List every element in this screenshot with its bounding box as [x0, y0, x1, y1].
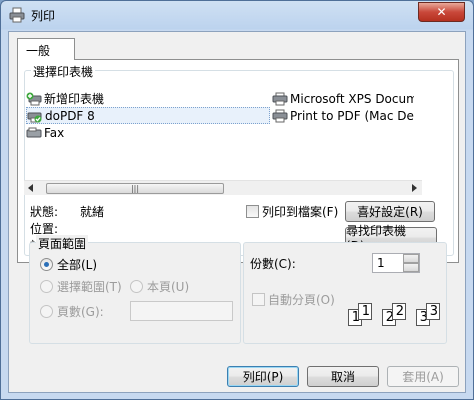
print-button[interactable]: 列印(P) — [227, 366, 299, 387]
page-range-label: 頁面範圍 — [36, 235, 89, 252]
collate-page: 3 — [426, 303, 440, 320]
collate-page: 1 — [358, 303, 372, 320]
scroll-thumb[interactable]: ||| — [46, 183, 224, 194]
select-printer-label: 選擇印表機 — [31, 63, 96, 80]
window-title: 列印 — [31, 9, 56, 23]
general-tab-panel: 選擇印表機 新增印表機 doPDF 8 Fax Microsoft XPS Do… — [17, 59, 459, 263]
fax-icon — [26, 127, 42, 137]
page-range-group: 頁面範圍 全部(L) 選擇範圍(T) 本頁(U) 頁數(G): — [29, 235, 241, 344]
default-printer-icon — [27, 112, 42, 122]
copies-spinner[interactable]: 1 — [372, 253, 420, 273]
status-label: 狀態: — [30, 205, 59, 219]
print-to-file-label: 列印到檔案(F) — [262, 205, 339, 219]
cancel-button[interactable]: 取消 — [307, 366, 379, 387]
tab-general[interactable]: 一般 — [17, 38, 75, 60]
preferences-button-label: 喜好設定(R) — [357, 205, 423, 219]
preferences-button[interactable]: 喜好設定(R) — [345, 201, 435, 222]
tab-general-label: 一般 — [26, 44, 51, 58]
add-printer-icon — [26, 92, 42, 105]
apply-button-label: 套用(A) — [402, 370, 444, 384]
page-range-pages-radio[interactable] — [40, 305, 53, 318]
collate-checkbox[interactable] — [252, 293, 265, 306]
collate-page: 2 — [392, 303, 406, 320]
printer-name: Microsoft XPS Docume — [290, 91, 414, 106]
copies-label: 份數(C): — [250, 257, 296, 271]
printer-icon — [272, 92, 288, 105]
print-button-label: 列印(P) — [242, 370, 284, 384]
close-icon: ✕ — [436, 5, 447, 19]
printer-item-xps[interactable]: Microsoft XPS Docume — [272, 90, 414, 107]
printer-name: Fax — [44, 125, 65, 140]
scroll-right-icon[interactable] — [412, 184, 417, 192]
copies-value: 1 — [377, 256, 385, 270]
page-range-selection-label: 選擇範圍(T) — [57, 280, 122, 294]
printer-icon — [272, 109, 288, 122]
printer-list-scrollbar[interactable]: ||| — [24, 180, 422, 195]
copies-group: 份數(C): 1 自動分頁(O) 1 1 2 2 3 3 — [243, 242, 447, 344]
scroll-left-icon[interactable] — [28, 184, 33, 192]
print-dialog-window: 列印 ✕ 一般 選擇印表機 新增印表機 doPDF 8 Fax Microsof… — [0, 0, 474, 400]
collate-label: 自動分頁(O) — [268, 293, 335, 307]
page-range-all-label: 全部(L) — [57, 258, 98, 272]
page-range-all-radio[interactable] — [40, 258, 53, 271]
printer-name: Print to PDF (Mac Deskt — [290, 108, 414, 123]
spin-down-icon[interactable] — [403, 263, 419, 272]
page-range-pages-label: 頁數(G): — [57, 305, 104, 319]
collate-illustration: 1 1 2 2 3 3 — [348, 297, 444, 329]
printer-item-print-to-pdf[interactable]: Print to PDF (Mac Deskt — [272, 107, 414, 124]
printer-name: doPDF 8 — [45, 108, 95, 123]
grip-icon: ||| — [130, 184, 140, 193]
title-bar[interactable]: 列印 ✕ — [1, 1, 473, 31]
status-value: 就緒 — [80, 205, 105, 219]
pages-input[interactable] — [130, 301, 233, 321]
cancel-button-label: 取消 — [330, 370, 355, 384]
printer-item-dopdf[interactable]: doPDF 8 — [26, 107, 270, 124]
printer-item-fax[interactable]: Fax — [26, 124, 272, 141]
close-button[interactable]: ✕ — [418, 2, 465, 22]
page-range-current-label: 本頁(U) — [147, 280, 190, 294]
printer-list[interactable]: 新增印表機 doPDF 8 Fax Microsoft XPS Docume P… — [24, 88, 414, 180]
page-range-selection-radio[interactable] — [40, 280, 53, 293]
printer-icon — [9, 7, 25, 23]
page-range-current-radio[interactable] — [130, 280, 143, 293]
copies-spin-buttons — [403, 254, 419, 272]
printer-item-add[interactable]: 新增印表機 — [26, 90, 272, 107]
spin-up-icon[interactable] — [403, 254, 419, 263]
dialog-client-area: 一般 選擇印表機 新增印表機 doPDF 8 Fax Microsoft XPS… — [8, 31, 466, 393]
apply-button[interactable]: 套用(A) — [387, 366, 459, 387]
print-to-file-checkbox[interactable] — [246, 205, 259, 218]
printer-name: 新增印表機 — [44, 92, 105, 106]
